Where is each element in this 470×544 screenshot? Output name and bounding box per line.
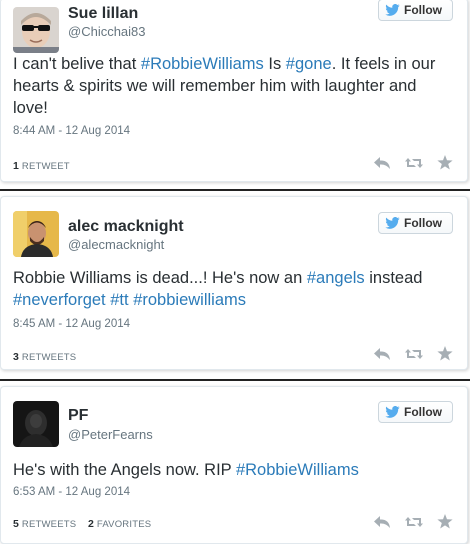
tweet-actions	[373, 514, 453, 529]
avatar[interactable]	[13, 211, 59, 257]
tweet-author-name[interactable]: PF	[68, 407, 88, 425]
tweet-timestamp[interactable]: 8:45 AM - 12 Aug 2014	[13, 318, 130, 330]
reply-icon[interactable]	[373, 515, 391, 529]
tweet-author-name[interactable]: alec macknight	[68, 218, 184, 236]
retweet-icon[interactable]	[405, 156, 423, 170]
follow-button[interactable]: Follow	[378, 212, 453, 234]
tweet-author-handle[interactable]: @PeterFearns	[68, 427, 153, 442]
hashtag-link[interactable]: #tt	[110, 291, 128, 309]
retweet-count-label[interactable]: RETWEETS	[22, 352, 76, 363]
hashtag-link[interactable]: #gone	[286, 55, 332, 73]
tweet-stats: 1 RETWEET	[13, 160, 70, 172]
tweet-card: alec macknight @alecmacknight Follow Rob…	[0, 196, 468, 370]
follow-button-label: Follow	[404, 216, 442, 230]
tweet-author-handle[interactable]: @alecmacknight	[68, 237, 164, 252]
avatar[interactable]	[13, 7, 59, 53]
tweet-text-segment: Is	[263, 55, 286, 73]
follow-button-label: Follow	[404, 405, 442, 419]
divider	[0, 189, 470, 191]
hashtag-link[interactable]: #neverforget	[13, 291, 106, 309]
avatar-photo-icon	[13, 401, 59, 447]
follow-button-label: Follow	[404, 3, 442, 17]
tweet-actions	[373, 346, 453, 361]
favorite-star-icon[interactable]	[437, 155, 453, 170]
tweet-text-segment: Robbie Williams is dead...! He's now an	[13, 269, 307, 287]
hashtag-link[interactable]: #angels	[307, 269, 365, 287]
reply-icon[interactable]	[373, 347, 391, 361]
tweet-text-segment: I can't belive that	[13, 55, 141, 73]
twitter-bird-icon	[385, 217, 400, 229]
divider	[0, 379, 470, 381]
tweet-text: I can't belive that #RobbieWilliams Is #…	[13, 53, 453, 119]
follow-button[interactable]: Follow	[378, 401, 453, 423]
favorite-star-icon[interactable]	[437, 346, 453, 361]
retweet-icon[interactable]	[405, 515, 423, 529]
retweet-count-label[interactable]: RETWEET	[22, 161, 70, 172]
hashtag-link[interactable]: #RobbieWilliams	[141, 55, 264, 73]
avatar[interactable]	[13, 401, 59, 447]
follow-button[interactable]: Follow	[378, 0, 453, 21]
retweet-count[interactable]: 5	[13, 518, 19, 530]
retweet-count-label[interactable]: RETWEETS	[22, 519, 76, 530]
tweet-timestamp[interactable]: 8:44 AM - 12 Aug 2014	[13, 125, 130, 137]
retweet-count[interactable]: 1	[13, 160, 19, 172]
reply-icon[interactable]	[373, 156, 391, 170]
hashtag-link[interactable]: #RobbieWilliams	[236, 461, 359, 479]
hashtag-link[interactable]: #robbiewilliams	[133, 291, 246, 309]
tweet-stats: 5 RETWEETS 2 FAVORITES	[13, 518, 151, 530]
avatar-photo-icon	[13, 7, 59, 53]
tweet-author-name[interactable]: Sue lillan	[68, 5, 138, 23]
tweet-card: Sue lillan @Chicchai83 Follow I can't be…	[0, 0, 468, 182]
tweet-text: Robbie Williams is dead...! He's now an …	[13, 267, 453, 311]
retweet-icon[interactable]	[405, 347, 423, 361]
favorite-count[interactable]: 2	[88, 518, 94, 530]
tweet-text-segment: He's with the Angels now. RIP	[13, 461, 236, 479]
twitter-bird-icon	[385, 406, 400, 418]
tweet-actions	[373, 155, 453, 170]
retweet-count[interactable]: 3	[13, 351, 19, 363]
avatar-photo-icon	[13, 211, 59, 257]
tweet-card: PF @PeterFearns Follow He's with the Ang…	[0, 386, 468, 544]
favorite-count-label[interactable]: FAVORITES	[97, 519, 151, 530]
tweet-timestamp[interactable]: 6:53 AM - 12 Aug 2014	[13, 486, 130, 498]
tweet-text: He's with the Angels now. RIP #RobbieWil…	[13, 459, 453, 481]
tweet-stats: 3 RETWEETS	[13, 351, 76, 363]
tweet-text-segment: instead	[364, 269, 423, 287]
twitter-bird-icon	[385, 4, 400, 16]
favorite-star-icon[interactable]	[437, 514, 453, 529]
tweet-author-handle[interactable]: @Chicchai83	[68, 24, 146, 39]
